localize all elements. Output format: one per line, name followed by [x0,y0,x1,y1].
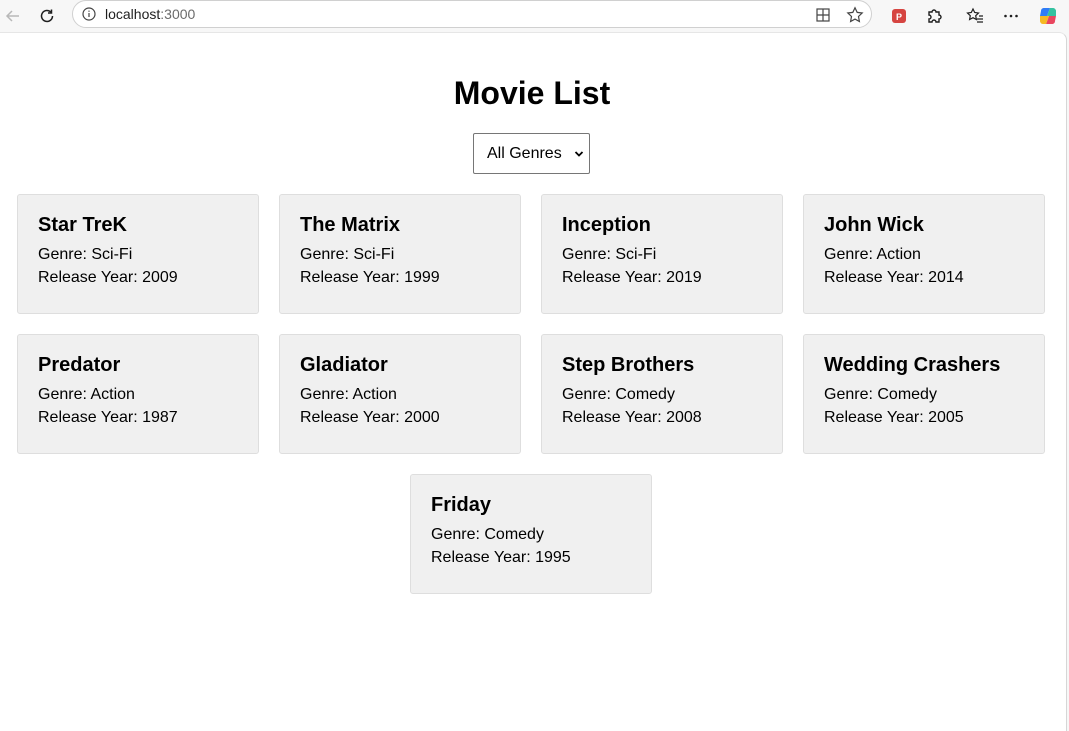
movie-card: Inception Genre: Sci-Fi Release Year: 20… [541,194,783,314]
movie-title: Step Brothers [562,354,695,376]
movie-title: Predator [38,354,121,376]
movie-release-year: Release Year: 1999 [300,269,440,286]
browser-toolbar: localhost:3000 P [0,0,1069,32]
movie-title: Gladiator [300,354,388,376]
movie-release-year: Release Year: 1995 [431,549,571,566]
copilot-icon[interactable] [1035,3,1061,29]
movie-title: The Matrix [300,214,401,236]
movie-genre: Genre: Action [38,386,135,403]
genre-filter-value: All Genres [487,144,562,162]
movie-release-year: Release Year: 2008 [562,409,702,426]
chevron-down-icon [573,147,585,165]
more-icon[interactable] [998,3,1024,29]
puzzle-icon[interactable] [921,3,947,29]
split-screen-icon[interactable] [813,5,833,25]
movie-release-year: Release Year: 2009 [38,269,178,286]
movie-genre: Genre: Sci-Fi [300,246,395,263]
movie-release-year: Release Year: 2019 [562,269,702,286]
movie-title: John Wick [824,214,924,236]
movie-title: Inception [562,214,651,236]
movie-genre: Genre: Action [300,386,397,403]
movie-card: Gladiator Genre: Action Release Year: 20… [279,334,521,454]
movie-genre: Genre: Action [824,246,921,263]
movie-genre: Genre: Sci-Fi [562,246,657,263]
movie-title: Star TreK [38,214,127,236]
movie-genre: Genre: Comedy [824,386,937,403]
movie-release-year: Release Year: 2000 [300,409,440,426]
movie-genre: Genre: Comedy [431,526,544,543]
url-text[interactable]: localhost:3000 [105,6,195,22]
page-viewport: Movie List All Genres Star TreK Genre: S… [0,32,1067,731]
genre-filter-select[interactable]: All Genres [473,133,590,174]
movie-card: John Wick Genre: Action Release Year: 20… [803,194,1045,314]
star-icon[interactable] [845,5,865,25]
movie-card: Star TreK Genre: Sci-Fi Release Year: 20… [17,194,259,314]
movie-card: Step Brothers Genre: Comedy Release Year… [541,334,783,454]
movie-genre: Genre: Sci-Fi [38,246,133,263]
url-port: :3000 [160,6,196,22]
pdf-extension-icon[interactable]: P [886,3,912,29]
favorites-list-icon[interactable] [962,3,988,29]
url-host: localhost [105,6,161,22]
movie-card: Predator Genre: Action Release Year: 198… [17,334,259,454]
info-icon[interactable] [81,6,97,22]
movie-title: Wedding Crashers [824,354,1001,376]
address-bar[interactable]: localhost:3000 [72,0,872,28]
movie-card: The Matrix Genre: Sci-Fi Release Year: 1… [279,194,521,314]
movie-release-year: Release Year: 2014 [824,269,964,286]
movie-release-year: Release Year: 1987 [38,409,178,426]
movie-card: Friday Genre: Comedy Release Year: 1995 [410,474,652,594]
page-title: Movie List [453,75,611,111]
reload-icon[interactable] [34,3,60,29]
movie-title: Friday [431,494,492,516]
movie-card: Wedding Crashers Genre: Comedy Release Y… [803,334,1045,454]
movie-release-year: Release Year: 2005 [824,409,964,426]
back-arrow-icon[interactable] [0,3,26,29]
svg-text:P: P [896,12,902,22]
movie-genre: Genre: Comedy [562,386,675,403]
